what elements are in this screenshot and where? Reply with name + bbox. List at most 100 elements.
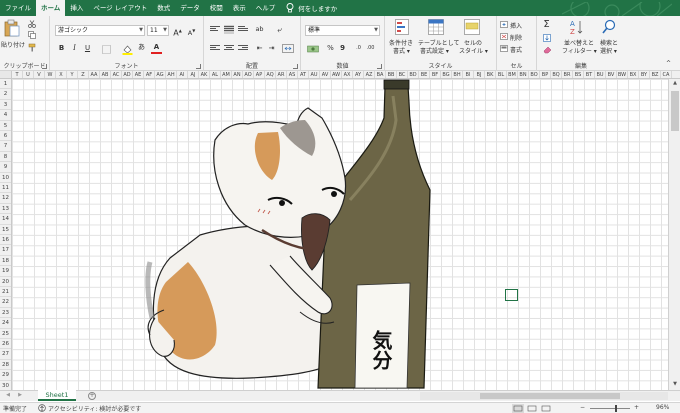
select-all-corner[interactable]: [0, 71, 12, 79]
format-cells-icon[interactable]: [500, 45, 508, 52]
view-mode-icons[interactable]: [512, 404, 552, 413]
wrap-text-icon[interactable]: ⤶: [274, 24, 285, 35]
currency-icon[interactable]: [307, 44, 319, 54]
percent-button[interactable]: %: [325, 43, 336, 54]
column-header[interactable]: V: [34, 71, 45, 78]
format-painter-icon[interactable]: [28, 43, 37, 52]
outdent-icon[interactable]: ⇥: [266, 43, 277, 54]
tab-view[interactable]: 表示: [228, 0, 251, 16]
column-header[interactable]: AV: [320, 71, 331, 78]
clear-eraser-icon[interactable]: [543, 46, 552, 54]
align-bottom-icon[interactable]: [238, 25, 248, 34]
column-header[interactable]: AJ: [188, 71, 199, 78]
column-header[interactable]: Y: [67, 71, 78, 78]
collapse-ribbon-icon[interactable]: ^: [666, 60, 671, 67]
horizontal-scrollbar[interactable]: [420, 392, 668, 400]
row-header[interactable]: 7: [0, 141, 11, 152]
column-header[interactable]: AN: [232, 71, 243, 78]
alignment-launcher[interactable]: [293, 64, 298, 69]
column-header[interactable]: BG: [441, 71, 452, 78]
find-select-icon[interactable]: [602, 19, 616, 35]
column-header[interactable]: CA: [661, 71, 672, 78]
column-header[interactable]: BC: [397, 71, 408, 78]
column-header[interactable]: BO: [529, 71, 540, 78]
borders-icon[interactable]: [102, 45, 111, 54]
column-header[interactable]: BZ: [650, 71, 661, 78]
row-header[interactable]: 23: [0, 308, 11, 319]
column-header[interactable]: BP: [540, 71, 551, 78]
column-header[interactable]: BK: [485, 71, 496, 78]
row-header[interactable]: 4: [0, 110, 11, 121]
column-header[interactable]: W: [45, 71, 56, 78]
column-header[interactable]: AP: [254, 71, 265, 78]
row-header[interactable]: 26: [0, 339, 11, 350]
row-header[interactable]: 8: [0, 152, 11, 163]
row-header[interactable]: 21: [0, 287, 11, 298]
bold-button[interactable]: B: [56, 43, 67, 54]
find-select-label-2[interactable]: 選択 ▾: [600, 46, 617, 55]
zoom-slider[interactable]: [590, 408, 630, 409]
column-header[interactable]: AI: [177, 71, 188, 78]
zoom-level[interactable]: 96%: [656, 404, 669, 411]
row-header[interactable]: 29: [0, 370, 11, 381]
column-header[interactable]: AB: [100, 71, 111, 78]
row-header[interactable]: 30: [0, 381, 11, 390]
column-header[interactable]: BI: [463, 71, 474, 78]
underline-button[interactable]: U: [82, 43, 93, 54]
orientation-icon[interactable]: ab: [254, 24, 265, 35]
align-right-icon[interactable]: [238, 44, 248, 53]
row-header[interactable]: 27: [0, 349, 11, 360]
format-as-table-icon[interactable]: [428, 19, 444, 35]
row-header[interactable]: 17: [0, 245, 11, 256]
tab-insert[interactable]: 挿入: [65, 0, 88, 16]
zoom-in-icon[interactable]: +: [634, 404, 639, 411]
autosum-button[interactable]: Σ: [541, 19, 552, 30]
column-header[interactable]: AH: [166, 71, 177, 78]
font-color-button[interactable]: A: [151, 42, 162, 54]
column-header[interactable]: BT: [584, 71, 595, 78]
number-format-combo[interactable]: 標準 ▼: [305, 25, 380, 36]
column-header[interactable]: BX: [628, 71, 639, 78]
insert-cells-icon[interactable]: [500, 21, 508, 28]
column-header[interactable]: BN: [518, 71, 529, 78]
italic-button[interactable]: I: [69, 43, 80, 54]
shrink-font-button[interactable]: A▼: [186, 25, 197, 37]
row-header[interactable]: 11: [0, 183, 11, 194]
row-header[interactable]: 13: [0, 204, 11, 215]
vertical-scrollbar[interactable]: ▲ ▼: [668, 79, 680, 390]
column-header[interactable]: T: [12, 71, 23, 78]
column-header[interactable]: BM: [507, 71, 518, 78]
row-header[interactable]: 28: [0, 360, 11, 371]
sort-filter-label-2[interactable]: フィルター ▾: [562, 46, 597, 55]
number-launcher[interactable]: [377, 64, 382, 69]
column-header[interactable]: AO: [243, 71, 254, 78]
cell-styles-icon[interactable]: [464, 19, 480, 35]
phonetic-button[interactable]: あ: [136, 42, 147, 53]
tab-data[interactable]: データ: [175, 0, 205, 16]
tab-formulas[interactable]: 数式: [152, 0, 175, 16]
row-header[interactable]: 25: [0, 329, 11, 339]
row-header[interactable]: 5: [0, 121, 11, 131]
column-header[interactable]: AX: [342, 71, 353, 78]
column-header[interactable]: U: [23, 71, 34, 78]
zoom-slider-knob[interactable]: [615, 405, 617, 412]
column-header[interactable]: AF: [144, 71, 155, 78]
font-name-combo[interactable]: 游ゴシック ▼: [55, 25, 145, 36]
column-header[interactable]: AQ: [265, 71, 276, 78]
column-header[interactable]: BV: [606, 71, 617, 78]
column-header[interactable]: BU: [595, 71, 606, 78]
column-header[interactable]: BF: [430, 71, 441, 78]
prev-sheet-icon[interactable]: ◀: [4, 392, 12, 400]
merge-center-icon[interactable]: [282, 44, 294, 53]
column-header[interactable]: AL: [210, 71, 221, 78]
paste-icon[interactable]: [4, 19, 20, 37]
fill-down-icon[interactable]: [543, 34, 551, 42]
row-header[interactable]: 24: [0, 318, 11, 329]
cell-styles-label-2[interactable]: スタイル ▾: [459, 46, 488, 55]
font-launcher[interactable]: [196, 64, 201, 69]
insert-cells-button[interactable]: 挿入: [510, 21, 522, 30]
font-size-combo[interactable]: 11 ▼: [147, 25, 169, 36]
align-middle-icon[interactable]: [224, 25, 234, 34]
next-sheet-icon[interactable]: ▶: [16, 392, 24, 400]
column-header[interactable]: BS: [573, 71, 584, 78]
